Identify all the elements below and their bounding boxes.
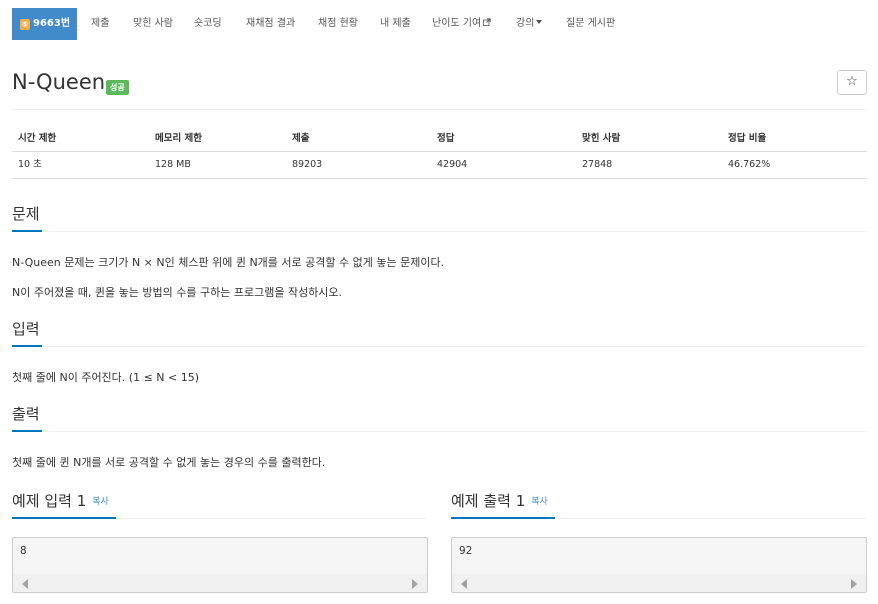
sample-output-title: 예제 출력 1 복사 (451, 490, 548, 511)
value-memory-limit: 128 MB (155, 159, 191, 170)
section-accent-sample-output (451, 517, 555, 519)
section-accent-output (12, 430, 42, 432)
output-description: 첫째 줄에 퀸 N개를 서로 공격할 수 없게 놓는 경우의 수를 출력한다. (12, 456, 326, 469)
nav-my-submissions[interactable]: 내 제출 (380, 8, 411, 40)
nav-submit[interactable]: 제출 (91, 8, 109, 40)
section-accent-input (12, 345, 42, 347)
value-accepted: 42904 (437, 159, 468, 170)
nav-lectures-dropdown[interactable]: 강의 (516, 8, 543, 40)
status-badge: 성공 (106, 80, 129, 95)
sample-input-title-text: 예제 입력 1 (12, 492, 87, 510)
nav-difficulty-contribution[interactable]: 난이도 기여 (432, 8, 491, 40)
nav-difficulty-label: 난이도 기여 (432, 18, 482, 29)
top-nav: ⑤ 9663번 제출 맞힌 사람 숏코딩 재채점 결과 채점 현황 내 제출 난이… (0, 0, 878, 48)
sample-output-copy-button[interactable]: 복사 (531, 497, 548, 507)
title-divider (12, 109, 867, 110)
nav-problem-label: 9663번 (33, 18, 71, 29)
nav-solved-users[interactable]: 맞힌 사람 (133, 8, 173, 40)
section-rule-input (12, 346, 867, 347)
nav-rejudge-results[interactable]: 재채점 결과 (246, 8, 295, 40)
header-accept-ratio: 정답 비율 (728, 133, 767, 144)
section-accent-sample-input (12, 517, 116, 519)
sample-output-box: 92 (451, 537, 867, 593)
section-title-input: 입력 (12, 320, 40, 338)
section-title-description: 문제 (12, 205, 40, 223)
sample-output-title-text: 예제 출력 1 (451, 492, 526, 510)
scroll-left-arrow-icon[interactable] (22, 579, 28, 589)
star-icon: ☆ (846, 74, 858, 89)
info-value-row: 10 초 128 MB 89203 42904 27848 46.762% (12, 152, 867, 178)
header-time-limit: 시간 제한 (18, 133, 57, 144)
sample-input-copy-button[interactable]: 복사 (92, 497, 109, 507)
input-description: 첫째 줄에 N이 주어진다. (1 ≤ N < 15) (12, 371, 200, 384)
scroll-left-arrow-icon[interactable] (461, 579, 467, 589)
section-title-output: 출력 (12, 405, 40, 423)
sample-input-box: 8 (12, 537, 428, 593)
nav-qna-board[interactable]: 질문 게시판 (566, 8, 615, 40)
badge-icon: ⑤ (20, 19, 30, 30)
star-button[interactable]: ☆ (837, 70, 867, 95)
external-link-icon (483, 18, 491, 26)
page-title: N-Queen (12, 70, 106, 94)
section-accent-description (12, 230, 42, 232)
description-line-1: N-Queen 문제는 크기가 N × N인 체스판 위에 퀸 N개를 서로 공… (12, 256, 445, 269)
sample-input-value: 8 (20, 544, 27, 557)
nav-judge-status[interactable]: 채점 현황 (318, 8, 358, 40)
section-rule-description (12, 231, 867, 232)
sample-input-scrollbar[interactable] (13, 574, 427, 592)
sample-output-scrollbar[interactable] (452, 574, 866, 592)
value-accept-ratio: 46.762% (728, 159, 771, 170)
sample-input-title: 예제 입력 1 복사 (12, 490, 109, 511)
problem-info-table: 시간 제한 메모리 제한 제출 정답 맞힌 사람 정답 비율 10 초 128 … (12, 126, 867, 178)
scroll-right-arrow-icon[interactable] (851, 579, 857, 589)
header-submissions: 제출 (292, 133, 310, 144)
header-memory-limit: 메모리 제한 (155, 133, 203, 144)
value-time-limit: 10 초 (18, 159, 42, 170)
section-rule-output (12, 431, 867, 432)
value-solved-users: 27848 (582, 159, 613, 170)
info-table-bottom-rule (12, 178, 867, 179)
nav-short-coding[interactable]: 숏코딩 (194, 8, 222, 40)
nav-lectures-label: 강의 (516, 18, 535, 29)
nav-problem-tab[interactable]: ⑤ 9663번 (12, 8, 77, 40)
header-solved-users: 맞힌 사람 (582, 133, 621, 144)
info-header-row: 시간 제한 메모리 제한 제출 정답 맞힌 사람 정답 비율 (12, 126, 867, 152)
scroll-right-arrow-icon[interactable] (412, 579, 418, 589)
description-line-2: N이 주어졌을 때, 퀸을 놓는 방법의 수를 구하는 프로그램을 작성하시오. (12, 286, 343, 299)
sample-output-value: 92 (459, 544, 473, 557)
value-submissions: 89203 (292, 159, 323, 170)
header-accepted: 정답 (437, 133, 455, 144)
caret-down-icon (536, 20, 543, 24)
